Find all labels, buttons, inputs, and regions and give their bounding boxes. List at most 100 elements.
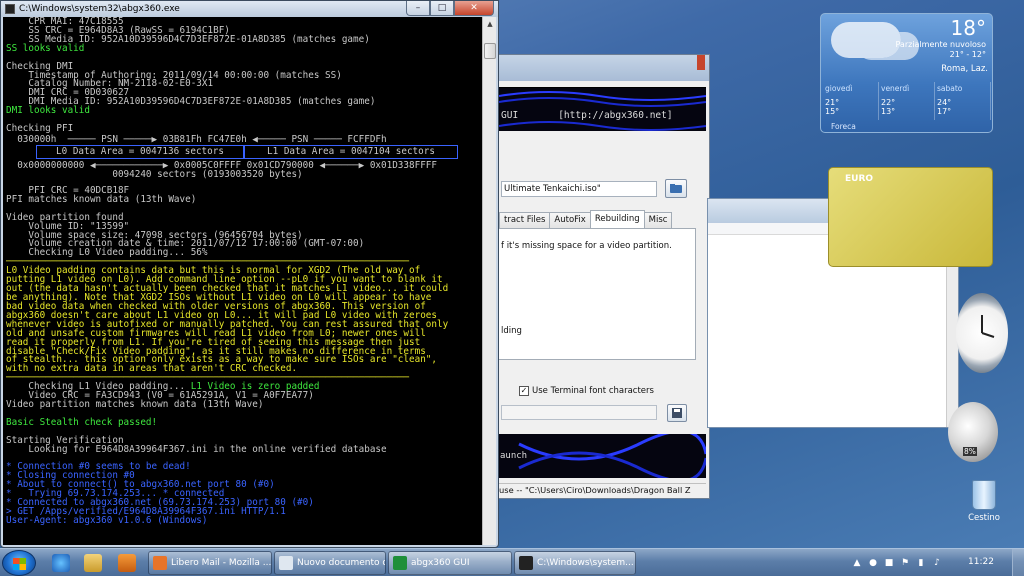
- pfi-diagram: 030000h ───── PSN ─────▶ 03B81Fh FC47E0h…: [6, 133, 483, 180]
- currency-gadget[interactable]: EURO: [828, 167, 993, 267]
- pfi-psn-row: 030000h ───── PSN ─────▶ 03B81Fh FC47E0h…: [6, 133, 387, 145]
- console-icon: [519, 556, 533, 570]
- volume-icon[interactable]: ♪: [932, 558, 942, 568]
- save-path-input[interactable]: [501, 405, 657, 420]
- terminal-font-checkbox-row[interactable]: ✓ Use Terminal font characters: [519, 386, 654, 396]
- taskbar-clock[interactable]: 11:22: [968, 557, 994, 567]
- weather-provider: Foreca: [831, 122, 856, 131]
- forecast-day: venerdì 22° 13°: [879, 82, 935, 120]
- console-line: Basic Stealth check passed!: [6, 416, 158, 428]
- weather-temperature: 18°: [950, 16, 986, 40]
- pfi-sector-row: 0094240 sectors (0193003520 bytes): [6, 168, 303, 180]
- scroll-up-arrow-icon[interactable]: ▲: [484, 18, 496, 30]
- recycle-bin[interactable]: Cestino: [960, 480, 1008, 530]
- weather-range: 21° - 12°: [949, 50, 986, 59]
- console-line: SS looks valid: [6, 42, 85, 54]
- iso-path-input[interactable]: Ultimate Tenkaichi.iso": [501, 181, 657, 197]
- minimize-button[interactable]: –: [406, 1, 430, 16]
- action-center-flag-icon[interactable]: ⚑: [900, 558, 910, 568]
- tray-app-icon[interactable]: ■: [884, 558, 894, 568]
- gui-close-button[interactable]: [697, 55, 705, 70]
- console-line: DMI looks valid: [6, 105, 90, 117]
- clock-gadget[interactable]: [956, 293, 1008, 373]
- cpu-percent: 8%: [963, 447, 977, 456]
- close-button[interactable]: ✕: [454, 1, 494, 16]
- pfi-l1-box: L1 Data Area = 0047104 sectors: [244, 144, 458, 159]
- forecast-day-name: giovedì: [825, 84, 853, 93]
- save-button[interactable]: [667, 404, 687, 422]
- tab-tract-files[interactable]: tract Files: [499, 212, 551, 228]
- show-desktop-button[interactable]: [1012, 549, 1024, 576]
- folder-open-icon: [670, 184, 682, 193]
- weather-gadget[interactable]: 18° Parzialmente nuvoloso 21° - 12° Roma…: [820, 13, 993, 133]
- task-notepad[interactable]: Nuovo documento d...: [274, 551, 386, 575]
- console-line: PFI matches known data (13th Wave): [6, 193, 197, 205]
- forecast-high: 22°: [881, 98, 896, 107]
- rebuilding-tab-panel: f it's missing space for a video partiti…: [499, 228, 696, 360]
- console-scroll-thumb[interactable]: [484, 43, 496, 59]
- terminal-font-label: Use Terminal font characters: [532, 386, 654, 396]
- task-label: Libero Mail - Mozilla ...: [171, 558, 272, 568]
- network-icon[interactable]: ▮: [916, 558, 926, 568]
- rebuilding-option-label: lding: [501, 326, 522, 336]
- cpu-meter-gadget[interactable]: 8%: [948, 402, 998, 462]
- floppy-disk-icon: [672, 408, 682, 418]
- task-console[interactable]: C:\Windows\system...: [514, 551, 636, 575]
- log-wave-art: [518, 434, 706, 478]
- taskbar: Libero Mail - Mozilla ... Nuovo document…: [0, 548, 1024, 576]
- tab-rebuilding[interactable]: Rebuilding: [589, 210, 645, 228]
- explorer-folder-icon[interactable]: [84, 554, 102, 572]
- recycle-bin-icon: [972, 480, 996, 510]
- forecast-day-name: sabato: [937, 84, 963, 93]
- start-button[interactable]: [2, 550, 36, 576]
- maximize-button[interactable]: □: [430, 1, 454, 16]
- task-libero-mail[interactable]: Libero Mail - Mozilla ...: [148, 551, 272, 575]
- forecast-low: 17°: [937, 107, 952, 116]
- console-line: Looking for E964D8A39964F367.ini in the …: [6, 443, 387, 455]
- forecast-day: sabato 24° 17°: [935, 82, 991, 120]
- abgx360-gui-window[interactable]: GUI [http://abgx360.net] Ultimate Tenkai…: [499, 54, 710, 499]
- console-scrollbar[interactable]: ▲: [482, 17, 496, 545]
- task-abgx360-gui[interactable]: abgx360 GUI: [388, 551, 512, 575]
- task-label: Nuovo documento d...: [297, 558, 385, 568]
- console-lines-top: CPR_MAI: 47C18555 SS CRC = E964D8A3 (Raw…: [6, 17, 483, 134]
- media-player-icon[interactable]: [118, 554, 136, 572]
- banner-text: GUI [http://abgx360.net]: [501, 110, 673, 121]
- gui-banner: GUI [http://abgx360.net]: [499, 87, 706, 131]
- console-window-buttons: – □ ✕: [406, 1, 494, 16]
- clock-face-icon: [981, 315, 995, 338]
- gui-titlebar[interactable]: [499, 55, 709, 81]
- tray-arrow-icon[interactable]: ▲: [852, 558, 862, 568]
- gui-log-area: aunch: [499, 434, 706, 478]
- console-title: C:\Windows\system32\abgx360.exe: [19, 4, 180, 14]
- system-tray: ▲ ● ■ ⚑ ▮ ♪: [852, 552, 942, 574]
- console-output: CPR_MAI: 47C18555 SS CRC = E964D8A3 (Raw…: [3, 17, 483, 545]
- tab-autofix[interactable]: AutoFix: [549, 212, 591, 228]
- forecast-high: 24°: [937, 98, 952, 107]
- pfi-l0-box: L0 Data Area = 0047136 sectors: [36, 144, 244, 159]
- open-iso-button[interactable]: [665, 179, 687, 198]
- launch-label: aunch: [500, 451, 528, 461]
- internet-explorer-icon[interactable]: [52, 554, 70, 572]
- firefox-icon: [153, 556, 167, 570]
- terminal-font-checkbox[interactable]: ✓: [519, 386, 529, 396]
- forecast-high: 21°: [825, 98, 840, 107]
- tab-misc[interactable]: Misc: [643, 212, 673, 228]
- weather-condition: Parzialmente nuvoloso: [895, 40, 986, 49]
- option-tabs: tract Files AutoFix Rebuilding Misc: [499, 210, 673, 228]
- forecast-low: 13°: [881, 107, 896, 116]
- weather-forecast: giovedì 21° 15° venerdì 22° 13° sabato 2…: [823, 82, 991, 120]
- forecast-day-name: venerdì: [881, 84, 910, 93]
- console-window[interactable]: C:\Windows\system32\abgx360.exe – □ ✕ CP…: [0, 0, 499, 548]
- console-lines-bottom: Video CRC = FA3CD943 (V0 = 61A5291A, V1 …: [6, 391, 483, 526]
- gui-status-bar: use -- "C:\Users\Ciro\Downloads\Dragon B…: [499, 483, 706, 497]
- tray-app-icon[interactable]: ●: [868, 558, 878, 568]
- forecast-low: 15°: [825, 107, 840, 116]
- weather-location: Roma, Laz.: [941, 64, 988, 74]
- windows-logo-icon: [13, 558, 26, 570]
- console-line: Video partition matches known data (13th…: [6, 399, 264, 411]
- task-label: C:\Windows\system...: [537, 558, 634, 568]
- abgx360-icon: [393, 556, 407, 570]
